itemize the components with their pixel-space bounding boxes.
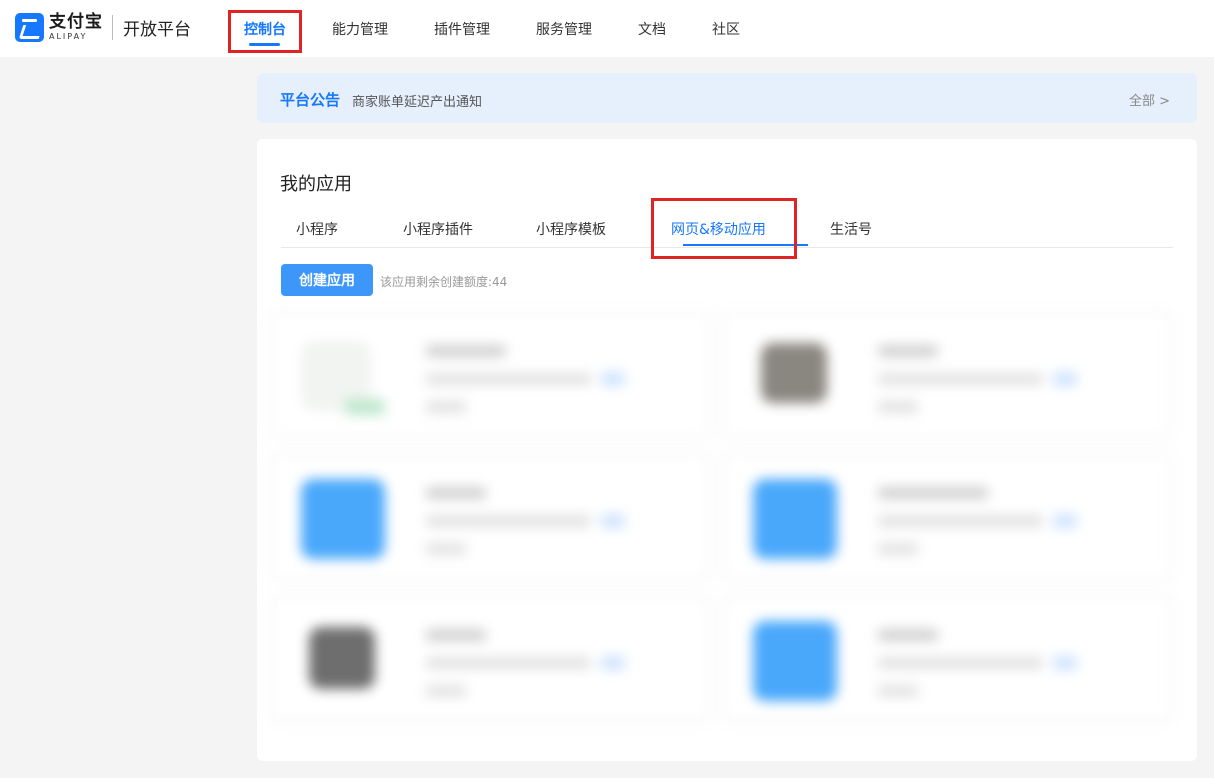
nav-plugin-management[interactable]: 插件管理 (434, 19, 490, 39)
create-quota-text: 该应用剩余创建额度:44 (380, 275, 508, 289)
console-highlight-box (228, 10, 302, 53)
app-copy-tag (1053, 656, 1077, 670)
nav-service-management[interactable]: 服务管理 (536, 19, 592, 39)
app-name-placeholder (878, 629, 938, 641)
app-icon (753, 621, 837, 701)
tab-life-account[interactable]: 生活号 (830, 219, 872, 239)
app-name-placeholder (878, 345, 938, 357)
app-name-placeholder (426, 345, 506, 357)
app-copy-tag (601, 514, 625, 528)
logo-text: 支付宝 ALIPAY (49, 14, 103, 41)
announcement-title: 平台公告 (280, 91, 341, 109)
app-list-blurred (270, 312, 1174, 722)
alipay-logo-icon (15, 13, 44, 42)
app-copy-tag (1053, 514, 1077, 528)
web-mobile-tab-highlight-box (651, 198, 797, 259)
app-card[interactable] (270, 312, 710, 438)
tab-mini-program-template[interactable]: 小程序模板 (536, 219, 606, 239)
app-name-placeholder (878, 487, 988, 499)
app-icon (761, 343, 827, 403)
app-card[interactable] (722, 596, 1172, 722)
app-name-placeholder (426, 629, 486, 641)
my-apps-title: 我的应用 (280, 174, 352, 195)
app-name-placeholder (426, 487, 486, 499)
platform-name: 开放平台 (123, 20, 191, 40)
brand-name-en: ALIPAY (49, 32, 88, 41)
app-icon (309, 627, 375, 689)
app-id-placeholder (878, 373, 1043, 385)
app-meta-placeholder (426, 401, 466, 413)
app-id-placeholder (426, 515, 591, 527)
app-icon (753, 479, 837, 559)
tab-mini-program-plugin[interactable]: 小程序插件 (403, 219, 473, 239)
app-meta-placeholder (878, 685, 918, 697)
tab-mini-program[interactable]: 小程序 (296, 219, 338, 239)
logo-divider (112, 15, 113, 40)
app-card[interactable] (270, 596, 710, 722)
app-card[interactable] (722, 312, 1172, 438)
nav-docs[interactable]: 文档 (638, 19, 666, 39)
nav-capability-management[interactable]: 能力管理 (332, 19, 388, 39)
app-meta-placeholder (426, 543, 466, 555)
app-meta-placeholder (878, 543, 918, 555)
app-id-placeholder (878, 515, 1043, 527)
app-meta-placeholder (426, 685, 466, 697)
app-copy-tag (601, 656, 625, 670)
app-card[interactable] (722, 454, 1172, 580)
app-status-badge (345, 399, 385, 415)
app-card[interactable] (270, 454, 710, 580)
app-icon (301, 479, 385, 559)
create-app-button[interactable]: 创建应用 (281, 264, 373, 296)
app-id-placeholder (426, 657, 591, 669)
app-copy-tag (601, 372, 625, 386)
alipay-logo[interactable]: 支付宝 ALIPAY 开放平台 (15, 13, 191, 42)
app-id-placeholder (878, 657, 1043, 669)
brand-name-cn: 支付宝 (49, 12, 103, 32)
announcement-view-all[interactable]: 全部 > (1129, 90, 1170, 109)
nav-community[interactable]: 社区 (712, 19, 740, 39)
announcement-link[interactable]: 商家账单延迟产出通知 (352, 91, 482, 110)
app-copy-tag (1053, 372, 1077, 386)
announcement-bar: 平台公告 商家账单延迟产出通知 全部 > (257, 73, 1197, 123)
app-meta-placeholder (878, 401, 918, 413)
top-nav-bar: 支付宝 ALIPAY 开放平台 控制台 能力管理 插件管理 服务管理 文档 社区 (0, 0, 1214, 57)
app-id-placeholder (426, 373, 591, 385)
